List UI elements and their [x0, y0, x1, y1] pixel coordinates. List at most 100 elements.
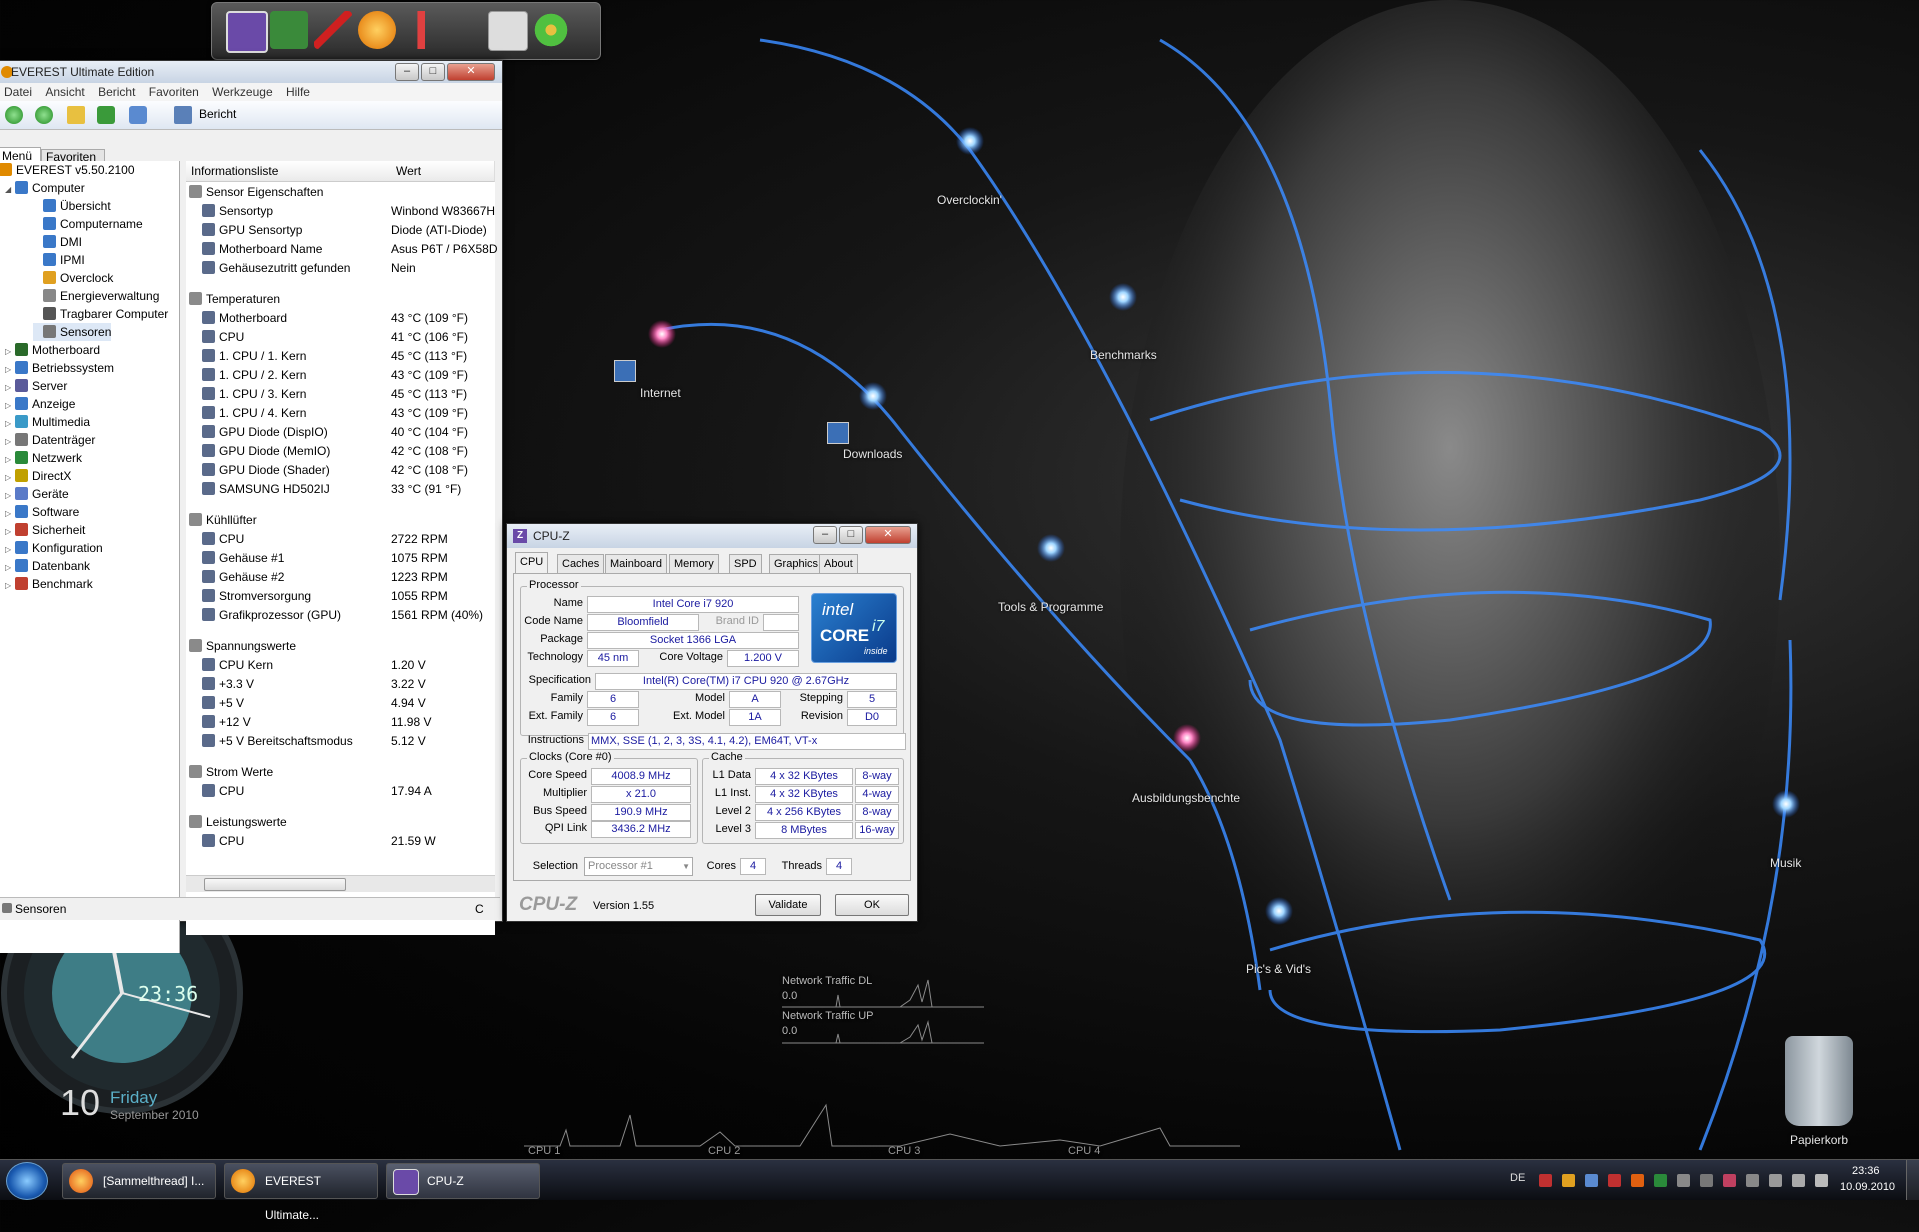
- desktop-icon-tools[interactable]: Tools & Programme: [998, 600, 1103, 614]
- tree-item[interactable]: Energieverwaltung: [33, 287, 159, 305]
- tree-item[interactable]: ▷ DirectX: [5, 467, 71, 485]
- ok-button[interactable]: OK: [835, 894, 909, 916]
- sensor-row[interactable]: GPU Diode (MemIO): [202, 442, 330, 461]
- tab-graphics[interactable]: Graphics: [769, 554, 824, 574]
- tab-caches[interactable]: Caches: [557, 554, 605, 574]
- sensor-row[interactable]: +12 V: [202, 713, 251, 732]
- validate-button[interactable]: Validate: [755, 894, 821, 916]
- tray-clock-date[interactable]: 10.09.2010: [1840, 1181, 1895, 1193]
- tree-item[interactable]: ◢ Computer: [5, 179, 85, 197]
- tray-icon[interactable]: [1654, 1174, 1667, 1187]
- tab-cpu[interactable]: CPU: [515, 552, 549, 575]
- desktop-icon-recycle-bin[interactable]: Papierkorb: [1790, 1133, 1848, 1147]
- sensor-group-header[interactable]: Strom Werte: [189, 763, 273, 782]
- tree-item[interactable]: ▷ Motherboard: [5, 341, 100, 359]
- close-button[interactable]: ✕: [865, 526, 911, 544]
- tab-about[interactable]: About: [819, 554, 858, 574]
- minimize-button[interactable]: –: [395, 63, 419, 81]
- taskbar-item-firefox[interactable]: [Sammelthread] I...: [62, 1163, 216, 1199]
- desktop-icon-downloads[interactable]: Downloads: [843, 447, 902, 461]
- refresh-icon[interactable]: [97, 106, 115, 124]
- x-app-launcher-icon[interactable]: [488, 11, 528, 51]
- sensor-row[interactable]: Motherboard Name: [202, 240, 322, 259]
- tree-item[interactable]: ▷ Software: [5, 503, 79, 521]
- tree-item[interactable]: IPMI: [33, 251, 85, 269]
- tree-item[interactable]: ▷ Datenbank: [5, 557, 90, 575]
- sensor-group-header[interactable]: Sensor Eigenschaften: [189, 183, 323, 202]
- sensor-row[interactable]: Stromversorgung: [202, 587, 311, 606]
- menu-favoriten[interactable]: Favoriten: [144, 83, 204, 101]
- tree-item[interactable]: ▷ Konfiguration: [5, 539, 103, 557]
- scrollbar-thumb[interactable]: [204, 878, 346, 891]
- flower-launcher-icon[interactable]: [532, 11, 570, 49]
- sensor-row[interactable]: CPU: [202, 328, 244, 347]
- tree-item[interactable]: Übersicht: [33, 197, 111, 215]
- maximize-button[interactable]: □: [421, 63, 445, 81]
- expand-arrow-icon[interactable]: ◢: [5, 181, 13, 199]
- sensor-group-header[interactable]: Leistungswerte: [189, 813, 287, 832]
- tray-icon[interactable]: [1700, 1174, 1713, 1187]
- expand-arrow-icon[interactable]: ▷: [5, 577, 13, 595]
- tray-icon[interactable]: [1585, 1174, 1598, 1187]
- tree-item[interactable]: Sensoren: [33, 323, 112, 341]
- horizontal-scrollbar[interactable]: [186, 875, 495, 892]
- menu-bericht[interactable]: Bericht: [93, 83, 140, 101]
- processor-select[interactable]: Processor #1 ▼: [584, 857, 693, 876]
- tray-icon[interactable]: [1769, 1174, 1782, 1187]
- sensor-row[interactable]: CPU: [202, 832, 244, 851]
- shortcut-arrow-icon[interactable]: [614, 360, 636, 382]
- checkmark-launcher-icon[interactable]: [314, 11, 352, 49]
- sensor-row[interactable]: 1. CPU / 2. Kern: [202, 366, 306, 385]
- tray-icon[interactable]: [1815, 1174, 1828, 1187]
- sensor-row[interactable]: GPU Diode (DispIO): [202, 423, 328, 442]
- sensor-row[interactable]: +5 V Bereitschaftsmodus: [202, 732, 353, 751]
- tab-mainboard[interactable]: Mainboard: [605, 554, 667, 574]
- tree-item[interactable]: ▷ Multimedia: [5, 413, 90, 431]
- tree-item[interactable]: Overclock: [33, 269, 113, 287]
- tree-item[interactable]: DMI: [33, 233, 82, 251]
- close-button[interactable]: ✕: [447, 63, 495, 81]
- cpuz-launcher-icon[interactable]: [226, 11, 268, 53]
- tree-item[interactable]: ▷ Sicherheit: [5, 521, 85, 539]
- desktop-icon-benchmarks[interactable]: Benchmarks: [1090, 348, 1157, 362]
- desktop-icon-ausbildung[interactable]: Ausbildungsbenchte: [1132, 791, 1240, 805]
- column-header-value[interactable]: Wert: [391, 161, 495, 182]
- tree-item[interactable]: ▷ Server: [5, 377, 67, 395]
- sensor-row[interactable]: 1. CPU / 1. Kern: [202, 347, 306, 366]
- everest-launcher-icon[interactable]: [358, 11, 396, 49]
- menu-werkzeuge[interactable]: Werkzeuge: [207, 83, 277, 101]
- tray-icon[interactable]: [1746, 1174, 1759, 1187]
- show-desktop-button[interactable]: [1906, 1160, 1919, 1200]
- tray-icon[interactable]: [1631, 1174, 1644, 1187]
- minimize-button[interactable]: –: [813, 526, 837, 544]
- sensor-row[interactable]: +5 V: [202, 694, 244, 713]
- tray-clock-time[interactable]: 23:36: [1852, 1165, 1880, 1177]
- tray-icon[interactable]: [1562, 1174, 1575, 1187]
- desktop-icon-pics[interactable]: Pic's & Vid's: [1246, 962, 1311, 976]
- report-icon[interactable]: [174, 106, 192, 124]
- sensor-row[interactable]: CPU Kern: [202, 656, 273, 675]
- sensor-row[interactable]: Motherboard: [202, 309, 287, 328]
- sensor-row[interactable]: Sensortyp: [202, 202, 273, 221]
- users-icon[interactable]: [129, 106, 147, 124]
- sensor-row[interactable]: +3.3 V: [202, 675, 254, 694]
- language-indicator[interactable]: DE: [1510, 1172, 1525, 1184]
- tree-item[interactable]: ▷ Benchmark: [5, 575, 93, 593]
- tray-icon[interactable]: [1608, 1174, 1621, 1187]
- sensor-row[interactable]: Gehäuse #1: [202, 549, 284, 568]
- sensor-row[interactable]: GPU Sensortyp: [202, 221, 302, 240]
- desktop-icon-internet[interactable]: Internet: [640, 386, 681, 400]
- tree-item[interactable]: ▷ Anzeige: [5, 395, 75, 413]
- tree-item[interactable]: ▷ Betriebssystem: [5, 359, 114, 377]
- sensor-row[interactable]: SAMSUNG HD502IJ: [202, 480, 330, 499]
- menu-hilfe[interactable]: Hilfe: [281, 83, 315, 101]
- taskbar-item-cpuz[interactable]: CPU-Z: [386, 1163, 540, 1199]
- everest-titlebar[interactable]: EVEREST Ultimate Edition – □ ✕: [0, 61, 502, 83]
- recycle-bin-icon[interactable]: [1785, 1036, 1853, 1126]
- back-arrow-icon[interactable]: [5, 106, 23, 124]
- report-button[interactable]: Bericht: [199, 107, 236, 121]
- cpuz-titlebar[interactable]: Z CPU-Z – □ ✕: [507, 524, 917, 548]
- sensor-row[interactable]: 1. CPU / 3. Kern: [202, 385, 306, 404]
- up-folder-icon[interactable]: [67, 106, 85, 124]
- sensor-row[interactable]: Gehäusezutritt gefunden: [202, 259, 350, 278]
